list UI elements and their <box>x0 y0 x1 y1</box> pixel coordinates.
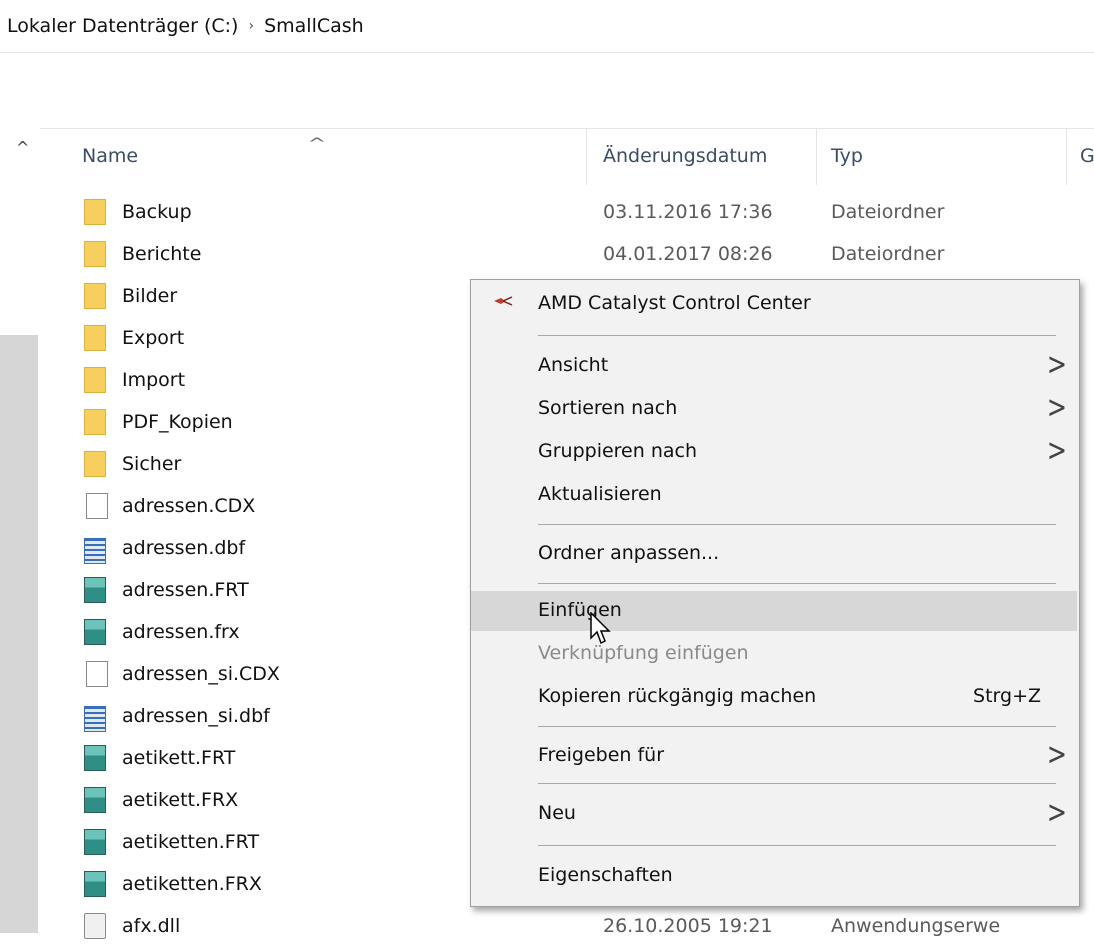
file-date: 03.11.2016 17:36 <box>603 201 773 223</box>
folder-icon <box>84 199 106 225</box>
chevron-right-icon: > <box>1046 793 1067 831</box>
file-name: aetiketten.FRX <box>122 873 262 895</box>
menu-item-sort-by[interactable]: Sortieren nach > <box>471 389 1077 429</box>
dll-file-icon <box>84 913 106 939</box>
menu-item-refresh[interactable]: Aktualisieren <box>471 475 1077 515</box>
file-name: aetikett.FRT <box>122 747 236 769</box>
folder-icon <box>84 241 106 267</box>
file-name: Backup <box>122 201 192 223</box>
menu-item-customize-folder[interactable]: Ordner anpassen... <box>471 534 1077 574</box>
breadcrumb-separator[interactable]: › <box>248 18 254 34</box>
menu-item-label: Eigenschaften <box>538 864 673 886</box>
file-name: Sicher <box>122 453 182 475</box>
menu-separator <box>538 524 1056 525</box>
report-file-icon <box>84 871 106 897</box>
menu-item-label: Gruppieren nach <box>538 440 698 462</box>
file-name: PDF_Kopien <box>122 411 233 433</box>
menu-item-label: AMD Catalyst Control Center <box>538 292 811 314</box>
chevron-right-icon: > <box>1046 388 1067 426</box>
file-type: Dateiordner <box>831 243 945 265</box>
file-icon <box>86 661 108 687</box>
list-item[interactable]: Berichte 04.01.2017 08:26 Dateiordner <box>40 234 1094 276</box>
report-file-icon <box>84 787 106 813</box>
file-name: afx.dll <box>122 915 181 937</box>
report-file-icon <box>84 745 106 771</box>
context-menu: AMD Catalyst Control Center Ansicht > So… <box>470 279 1080 907</box>
file-name: adressen.frx <box>122 621 240 643</box>
file-name: adressen.CDX <box>122 495 256 517</box>
table-file-icon <box>84 706 106 732</box>
column-header-size[interactable]: G <box>1080 145 1094 167</box>
column-divider[interactable] <box>1066 129 1067 185</box>
menu-item-share-with[interactable]: Freigeben für > <box>471 736 1077 776</box>
file-name: Berichte <box>122 243 202 265</box>
file-date: 04.01.2017 08:26 <box>603 243 773 265</box>
report-file-icon <box>84 619 106 645</box>
file-name: Bilder <box>122 285 178 307</box>
menu-separator <box>538 335 1056 336</box>
column-divider[interactable] <box>816 129 817 185</box>
list-item[interactable]: afx.dll 26.10.2005 19:21 Anwendungserwe <box>40 906 1094 948</box>
amd-logo-icon <box>494 296 513 306</box>
breadcrumb-drive[interactable]: Lokaler Datenträger (C:) <box>0 15 238 37</box>
file-date: 26.10.2005 19:21 <box>603 915 773 937</box>
nav-scrollbar-thumb[interactable] <box>0 335 38 933</box>
file-icon <box>86 493 108 519</box>
menu-item-shortcut: Strg+Z <box>973 685 1041 707</box>
menu-item-properties[interactable]: Eigenschaften <box>471 856 1077 896</box>
column-divider[interactable] <box>586 129 587 185</box>
menu-item-new[interactable]: Neu > <box>471 794 1077 834</box>
file-name: adressen_si.CDX <box>122 663 280 685</box>
menu-separator <box>538 783 1056 784</box>
menu-item-label: Ansicht <box>538 354 609 376</box>
report-file-icon <box>84 577 106 603</box>
menu-separator <box>538 726 1056 727</box>
menu-item-view[interactable]: Ansicht > <box>471 346 1077 386</box>
column-header-name[interactable]: Name <box>82 145 138 167</box>
file-name: aetikett.FRX <box>122 789 239 811</box>
file-name: Import <box>122 369 186 391</box>
sort-ascending-icon: ^ <box>307 136 327 152</box>
file-type: Anwendungserwe <box>831 915 1001 937</box>
chevron-right-icon: > <box>1046 345 1067 383</box>
column-header-type[interactable]: Typ <box>831 145 863 167</box>
menu-separator <box>538 583 1056 584</box>
file-name: adressen.dbf <box>122 537 246 559</box>
menu-item-paste-shortcut[interactable]: Verknüpfung einfügen <box>471 634 1077 674</box>
menu-item-undo-copy[interactable]: Kopieren rückgängig machen Strg+Z <box>471 677 1077 717</box>
file-name: adressen.FRT <box>122 579 249 601</box>
menu-item-label: Neu <box>538 802 576 824</box>
menu-separator <box>538 845 1056 846</box>
column-header-date[interactable]: Änderungsdatum <box>603 145 767 167</box>
report-file-icon <box>84 829 106 855</box>
file-name: aetiketten.FRT <box>122 831 260 853</box>
menu-item-amd-catalyst[interactable]: AMD Catalyst Control Center <box>471 284 1077 324</box>
chevron-right-icon: > <box>1046 431 1067 469</box>
breadcrumb-folder[interactable]: SmallCash <box>264 15 364 37</box>
nav-collapse-up-icon[interactable]: ^ <box>16 138 29 157</box>
menu-item-label: Ordner anpassen... <box>538 542 720 564</box>
menu-item-paste[interactable]: Einfügen <box>471 591 1077 631</box>
menu-item-label: Verknüpfung einfügen <box>538 642 749 664</box>
column-header-row: Name Änderungsdatum Typ G <box>40 128 1094 185</box>
table-file-icon <box>84 538 106 564</box>
menu-item-label: Freigeben für <box>538 744 665 766</box>
list-item[interactable]: Backup 03.11.2016 17:36 Dateiordner <box>40 192 1094 234</box>
file-type: Dateiordner <box>831 201 945 223</box>
file-name: adressen_si.dbf <box>122 705 270 727</box>
file-name: Export <box>122 327 185 349</box>
breadcrumb: Lokaler Datenträger (C:) › SmallCash <box>0 0 1094 53</box>
mouse-cursor-icon <box>590 612 611 645</box>
menu-item-label: Sortieren nach <box>538 397 678 419</box>
folder-icon <box>84 367 106 393</box>
menu-item-label: Aktualisieren <box>538 483 662 505</box>
folder-icon <box>84 451 106 477</box>
menu-item-label: Kopieren rückgängig machen <box>538 685 817 707</box>
chevron-right-icon: > <box>1046 735 1067 773</box>
menu-item-group-by[interactable]: Gruppieren nach > <box>471 432 1077 472</box>
folder-icon <box>84 409 106 435</box>
folder-icon <box>84 283 106 309</box>
folder-icon <box>84 325 106 351</box>
